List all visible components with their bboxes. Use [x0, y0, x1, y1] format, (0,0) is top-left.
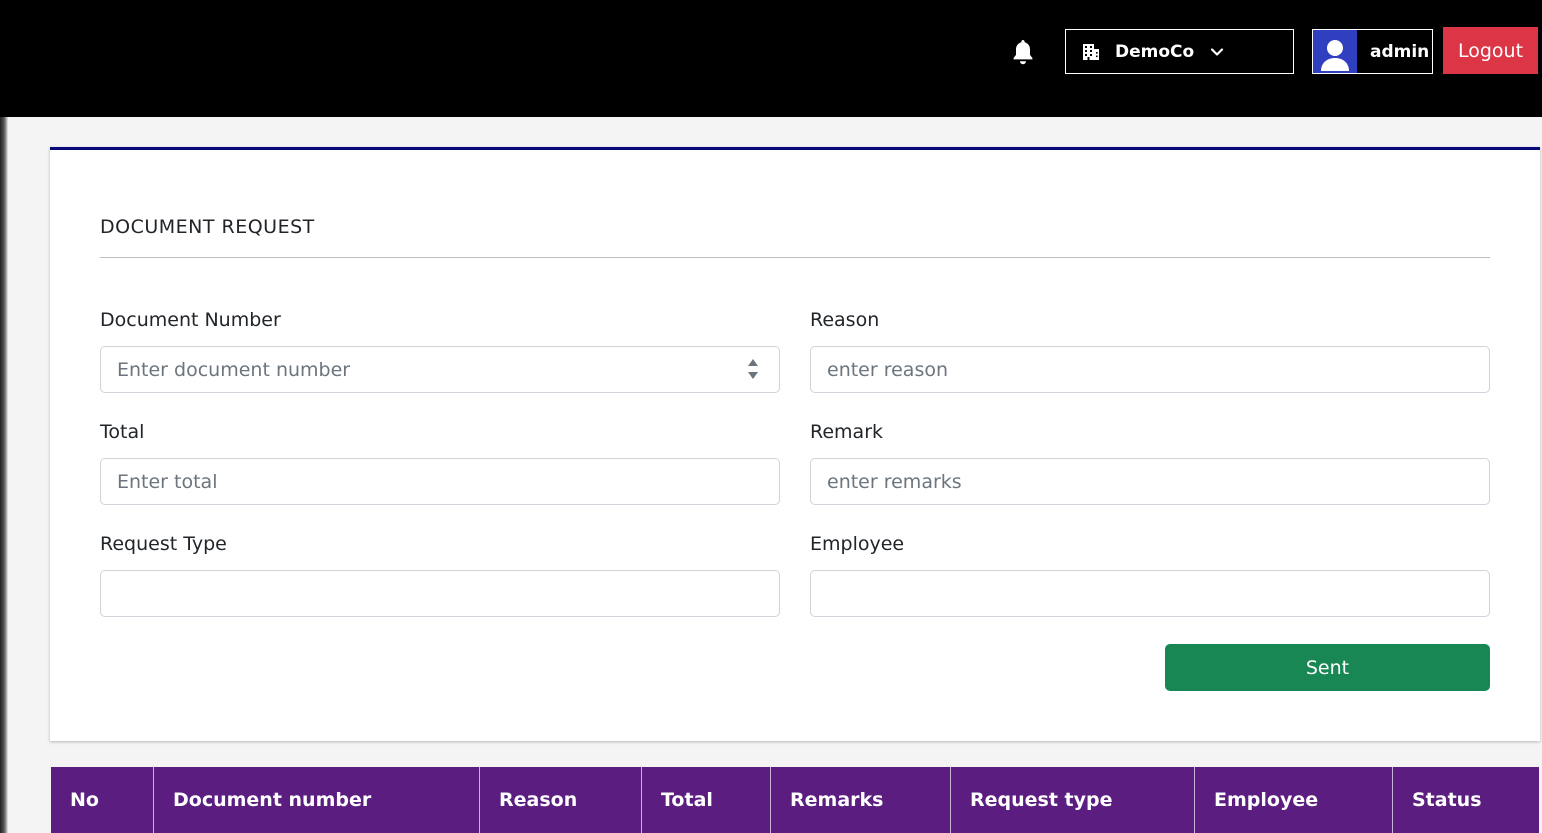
title-divider [100, 257, 1490, 258]
request-type-label: Request Type [100, 533, 227, 555]
number-spinner-icon[interactable] [746, 355, 760, 383]
column-header-reason[interactable]: Reason [480, 767, 642, 833]
column-header-employee[interactable]: Employee [1195, 767, 1393, 833]
document-number-wrapper [100, 346, 780, 393]
reason-label: Reason [810, 309, 880, 331]
document-request-card: DOCUMENT REQUEST Document Number Reason … [50, 147, 1540, 741]
column-header-status[interactable]: Status [1393, 767, 1539, 833]
sidebar-edge [0, 117, 8, 833]
company-selector[interactable]: DemoCo [1065, 29, 1294, 74]
document-number-input[interactable] [100, 346, 780, 393]
reason-input[interactable] [810, 346, 1490, 393]
logout-button[interactable]: Logout [1443, 27, 1538, 74]
user-menu[interactable]: admin [1312, 29, 1433, 74]
bell-icon[interactable] [1011, 38, 1035, 66]
employee-input[interactable] [810, 570, 1490, 617]
chevron-down-icon [1211, 47, 1224, 56]
column-header-document-number[interactable]: Document number [154, 767, 480, 833]
column-header-request-type[interactable]: Request type [951, 767, 1195, 833]
request-type-input[interactable] [100, 570, 780, 617]
column-header-no[interactable]: No [51, 767, 154, 833]
sent-button[interactable]: Sent [1165, 644, 1490, 691]
remark-label: Remark [810, 421, 884, 443]
top-navbar: DemoCo admin Logout [0, 0, 1542, 117]
table-header: No Document number Reason Total Remarks … [51, 767, 1539, 833]
company-name: DemoCo [1115, 41, 1195, 62]
employee-label: Employee [810, 533, 905, 555]
column-header-total[interactable]: Total [642, 767, 771, 833]
remark-input[interactable] [810, 458, 1490, 505]
user-name: admin [1370, 41, 1430, 62]
page-title: DOCUMENT REQUEST [100, 216, 315, 238]
user-icon [1321, 40, 1349, 71]
building-icon [1083, 43, 1099, 60]
column-header-remarks[interactable]: Remarks [771, 767, 951, 833]
document-number-label: Document Number [100, 309, 281, 331]
total-label: Total [100, 421, 145, 443]
total-input[interactable] [100, 458, 780, 505]
avatar [1313, 30, 1357, 73]
